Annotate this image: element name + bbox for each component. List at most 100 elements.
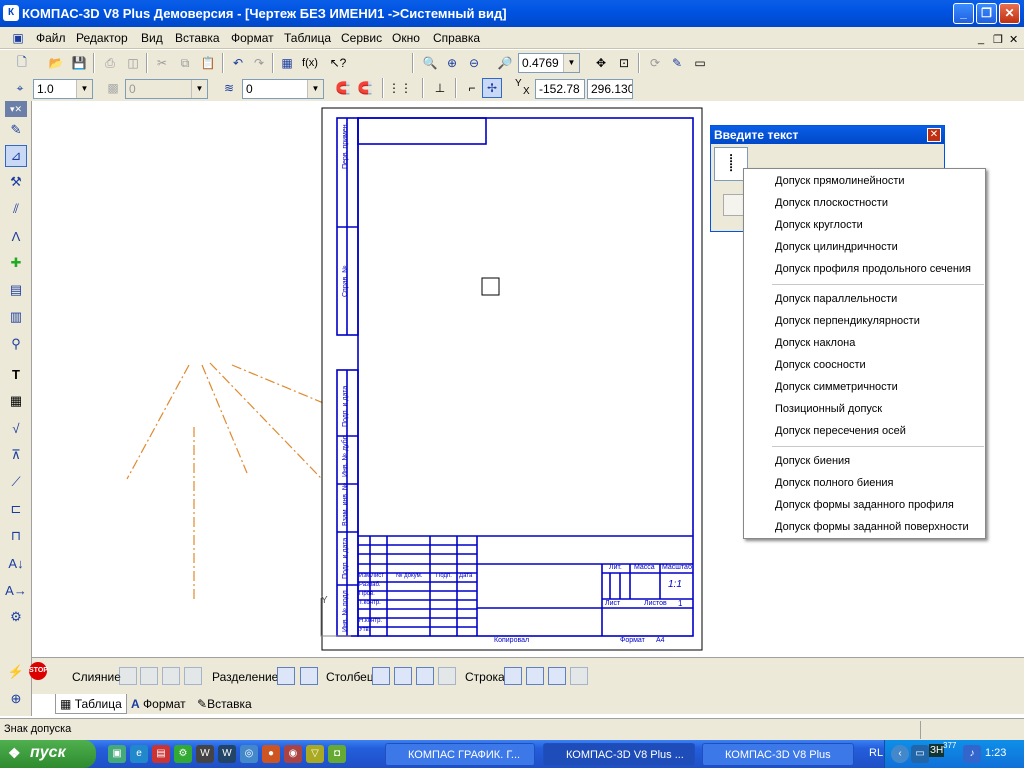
help-cursor-icon[interactable]: ↖?: [328, 53, 348, 73]
display-mode-icon[interactable]: ▭: [690, 53, 710, 73]
view-mark-icon[interactable]: A→: [5, 579, 27, 601]
dimensions-icon[interactable]: ⊿: [5, 145, 27, 167]
axis-icon[interactable]: ⚙: [5, 606, 27, 628]
menu-help[interactable]: Справка: [433, 31, 480, 45]
round-mode-icon[interactable]: ✢: [482, 78, 502, 98]
text-tool-icon[interactable]: T: [5, 363, 27, 385]
lang-indicator[interactable]: RL: [869, 747, 883, 759]
save-icon[interactable]: 💾: [69, 53, 89, 73]
row-delete-button[interactable]: [548, 667, 566, 685]
menu-item-perpendicularity[interactable]: Допуск перпендикулярности: [775, 315, 920, 327]
tolerance-icon[interactable]: ⊏: [5, 498, 27, 520]
designations-icon[interactable]: ⚒: [5, 171, 27, 193]
layers-icon[interactable]: ≋: [219, 78, 239, 98]
chevron-down-icon[interactable]: ▼: [76, 80, 92, 98]
start-button[interactable]: ❖ пуск: [0, 740, 96, 768]
mdi-restore-button[interactable]: ❐: [993, 33, 1003, 46]
menu-insert[interactable]: Вставка: [175, 31, 220, 45]
snap-magnet-icon[interactable]: 🧲: [333, 78, 353, 98]
menu-item-surface-form[interactable]: Допуск формы заданной поверхности: [775, 521, 969, 533]
redo-icon[interactable]: ↷: [249, 53, 269, 73]
refresh-icon[interactable]: ⟳: [645, 53, 665, 73]
menu-view[interactable]: Вид: [141, 31, 163, 45]
column-format-button[interactable]: [438, 667, 456, 685]
close-button[interactable]: ✕: [999, 3, 1020, 24]
split-vertical-button[interactable]: [300, 667, 318, 685]
ql-filter-icon[interactable]: ▽: [306, 745, 324, 763]
pan-icon[interactable]: ✥: [591, 53, 611, 73]
copy-icon[interactable]: ⧉: [175, 53, 195, 73]
ql-winamp-icon[interactable]: W: [196, 745, 214, 763]
tray-arrow-icon[interactable]: ‹: [891, 745, 909, 763]
menu-item-flatness[interactable]: Допуск плоскостности: [775, 197, 888, 209]
merge-cells-4-button[interactable]: [184, 667, 202, 685]
zoom-out-icon[interactable]: ⊖: [464, 53, 484, 73]
ortho-mode-icon[interactable]: ⌐: [462, 78, 482, 98]
menu-item-parallelism[interactable]: Допуск параллельности: [775, 293, 897, 305]
ql-desktop-icon[interactable]: ▣: [108, 745, 126, 763]
snap-magnet-2-icon[interactable]: 🧲: [355, 78, 375, 98]
minimize-button[interactable]: _: [953, 3, 974, 24]
roughness-icon[interactable]: √: [5, 417, 27, 439]
ql-ie-icon[interactable]: e: [130, 745, 148, 763]
tab-table[interactable]: ▦ Таблица: [55, 694, 127, 714]
variables-icon[interactable]: f(x): [300, 53, 320, 73]
task-kompas-active[interactable]: КОМПАС-3D V8 Plus ...: [543, 743, 695, 766]
mdi-minimize-button[interactable]: _: [978, 33, 984, 45]
column-insert-button[interactable]: [372, 667, 390, 685]
menu-item-position[interactable]: Позиционный допуск: [775, 403, 882, 415]
row-insert-2-button[interactable]: [526, 667, 544, 685]
menu-item-profile-longitudinal[interactable]: Допуск профиля продольного сечения: [775, 263, 971, 275]
merge-cells-button[interactable]: [119, 667, 137, 685]
paste-icon[interactable]: 📋: [198, 53, 218, 73]
coord-y-field[interactable]: 296.130: [587, 79, 633, 99]
kompas-app-icon[interactable]: К: [3, 5, 19, 21]
row-format-button[interactable]: [570, 667, 588, 685]
base-icon[interactable]: ⊼: [5, 444, 27, 466]
undo-icon[interactable]: ↶: [228, 53, 248, 73]
target-icon[interactable]: ⊕: [5, 688, 27, 710]
tray-kb-layout[interactable]: ЗН: [929, 744, 945, 757]
zoom-window-icon[interactable]: 🔍: [420, 53, 440, 73]
tab-format[interactable]: A Формат: [127, 694, 190, 714]
menu-window[interactable]: Окно: [392, 31, 420, 45]
zoom-scale-icon[interactable]: 🔎: [495, 53, 515, 73]
menu-item-total-runout[interactable]: Допуск полного биения: [775, 477, 894, 489]
grid-icon[interactable]: ⋮⋮: [388, 78, 412, 98]
split-horizontal-button[interactable]: [277, 667, 295, 685]
chevron-down-icon[interactable]: ▼: [307, 80, 323, 98]
print-icon[interactable]: ⎙: [100, 53, 120, 73]
merge-cells-3-button[interactable]: [162, 667, 180, 685]
ortho-icon[interactable]: ⊥: [430, 78, 450, 98]
ql-media-icon[interactable]: ●: [262, 745, 280, 763]
measure-icon[interactable]: ✚: [5, 252, 27, 274]
ql-tool-icon[interactable]: ◉: [284, 745, 302, 763]
menu-item-roundness[interactable]: Допуск круглости: [775, 219, 863, 231]
ql-explorer-icon[interactable]: ◘: [328, 745, 346, 763]
menu-format[interactable]: Формат: [231, 31, 274, 45]
menu-edit[interactable]: Редактор: [76, 31, 128, 45]
menu-item-coaxiality[interactable]: Допуск соосности: [775, 359, 866, 371]
brush-icon[interactable]: ✎: [667, 53, 687, 73]
ql-word-icon[interactable]: W: [218, 745, 236, 763]
menu-item-symmetry[interactable]: Допуск симметричности: [775, 381, 898, 393]
show-all-icon[interactable]: ⊡: [614, 53, 634, 73]
parametrization-icon[interactable]: Ʌ: [5, 225, 27, 247]
column-insert-2-button[interactable]: [394, 667, 412, 685]
geometry-icon[interactable]: ✎: [5, 119, 27, 141]
table-tool-icon[interactable]: ▦: [5, 390, 27, 412]
chevron-down-icon[interactable]: ▼: [563, 54, 579, 72]
coord-x-field[interactable]: -152.78: [535, 79, 585, 99]
local-cs-icon[interactable]: ⌖: [10, 78, 30, 98]
open-folder-icon[interactable]: 📂: [46, 53, 66, 73]
restore-button[interactable]: ❐: [976, 3, 997, 24]
zoom-in-icon[interactable]: ⊕: [442, 53, 462, 73]
leader-icon[interactable]: ⟋: [5, 471, 27, 493]
task-kompas-graph[interactable]: КОМПАС ГРАФИК. Г...: [385, 743, 535, 766]
row-insert-button[interactable]: [504, 667, 522, 685]
ql-network-icon[interactable]: ⚙: [174, 745, 192, 763]
manager-icon[interactable]: ▦: [277, 53, 297, 73]
menu-item-profile-form[interactable]: Допуск формы заданного профиля: [775, 499, 954, 511]
tray-monitor-icon[interactable]: ▭: [911, 745, 929, 763]
lightning-icon[interactable]: ⚡: [5, 661, 27, 683]
